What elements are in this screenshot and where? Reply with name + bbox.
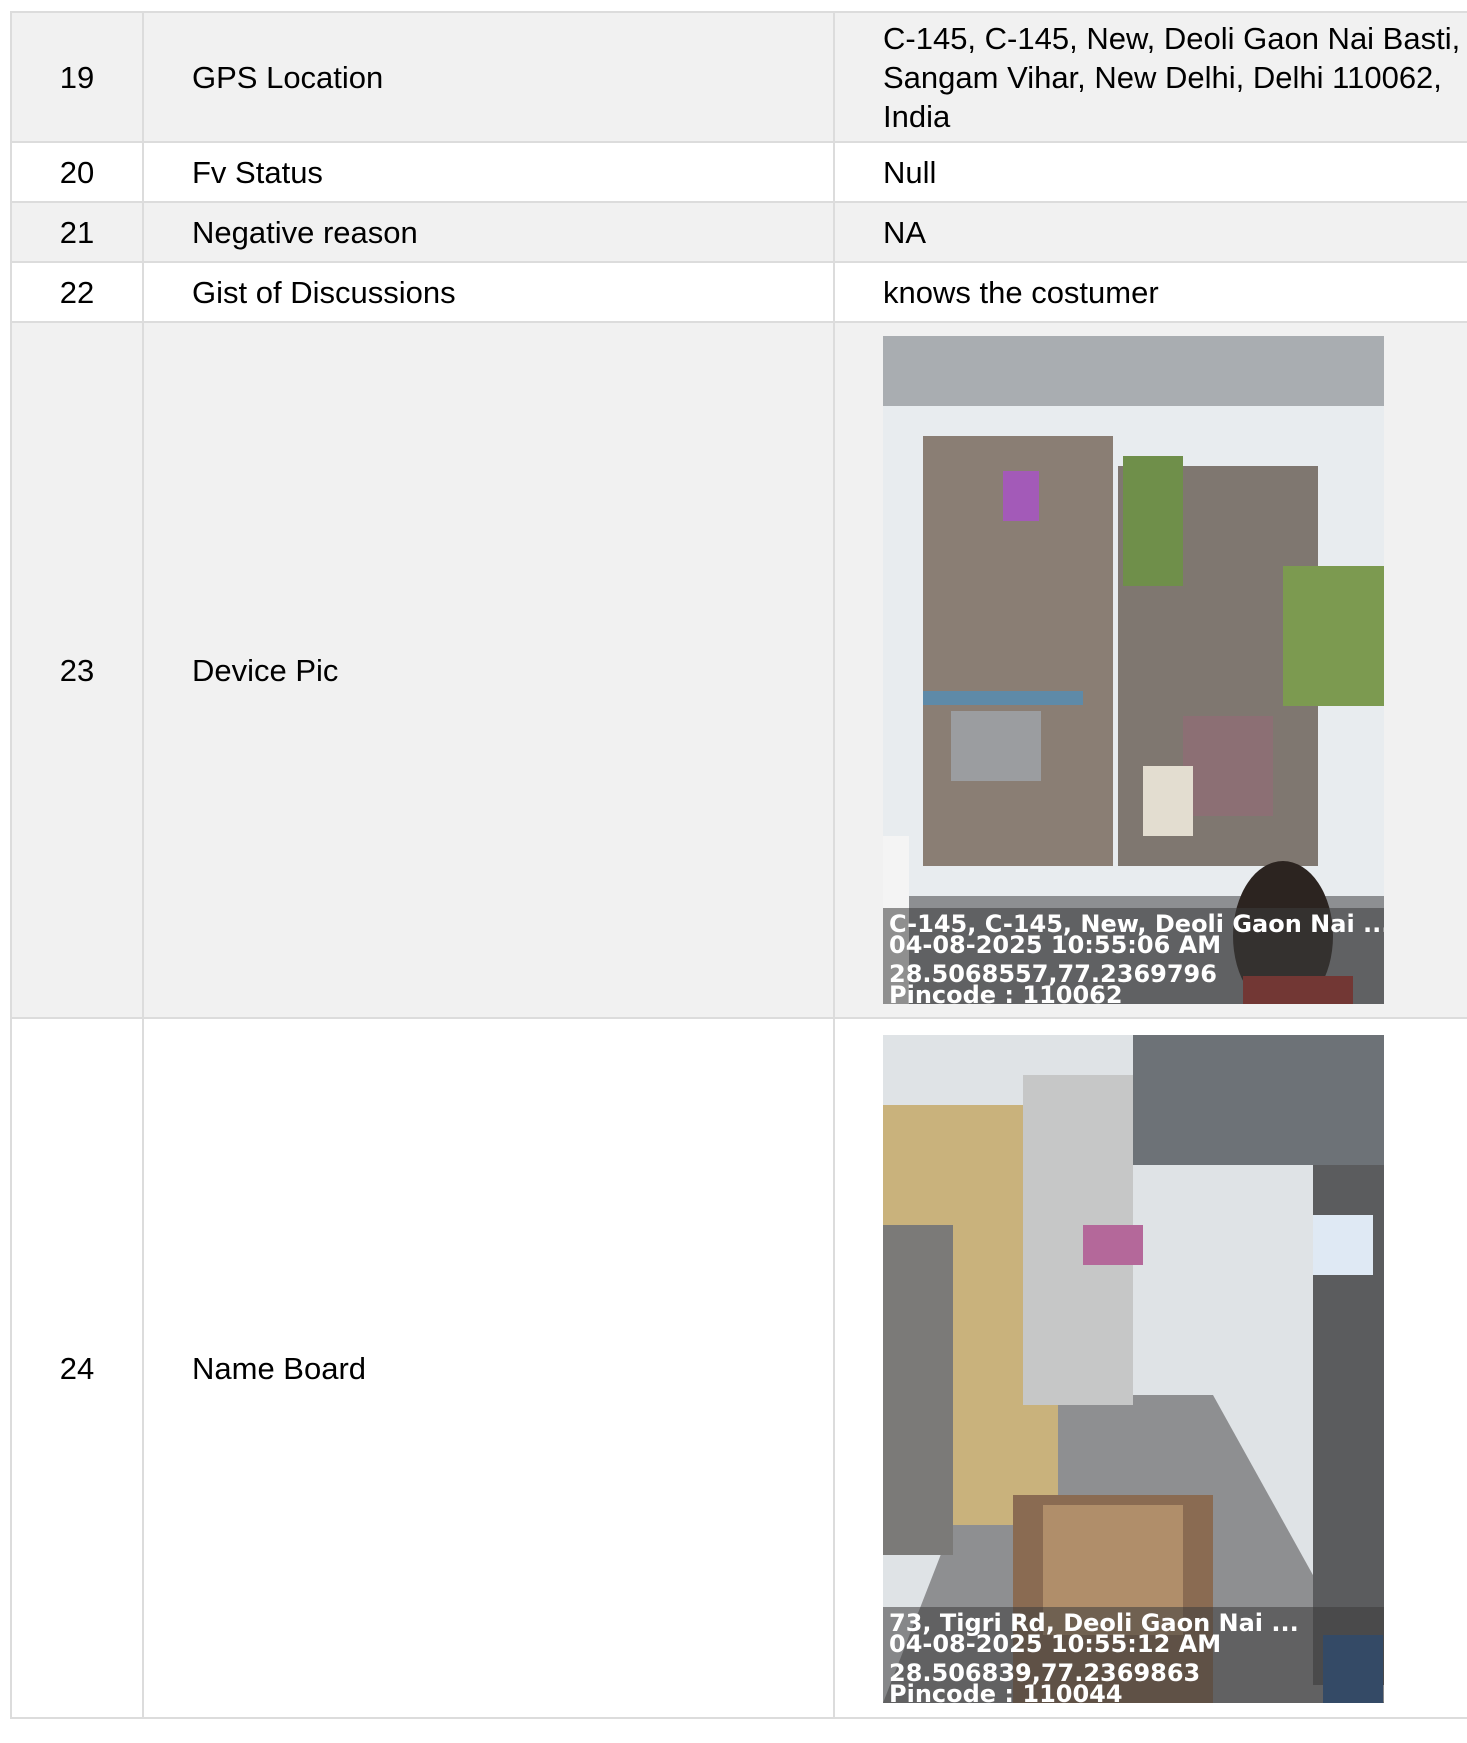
field-label: Fv Status bbox=[142, 141, 835, 203]
table-row: 19 GPS Location C-145, C-145, New, Deoli… bbox=[10, 11, 1467, 143]
table-row: 21 Negative reason NA bbox=[10, 201, 1467, 263]
gps-location-value: C-145, C-145, New, Deoli Gaon Nai Basti,… bbox=[833, 11, 1467, 143]
row-number: 21 bbox=[10, 201, 144, 263]
device-photo: C-145, C-145, New, Deoli Gaon Nai ... 04… bbox=[883, 336, 1384, 1004]
row-number: 20 bbox=[10, 141, 144, 203]
photo-geotag-stamp: C-145, C-145, New, Deoli Gaon Nai ... 04… bbox=[883, 908, 1384, 1004]
gist-value: knows the costumer bbox=[833, 261, 1467, 323]
name-board-photo: 73, Tigri Rd, Deoli Gaon Nai ... 04-08-2… bbox=[883, 1035, 1384, 1703]
field-label: Negative reason bbox=[142, 201, 835, 263]
table-row: 24 Name Board 73, Tigri Rd, Deoli Gaon N… bbox=[10, 1017, 1467, 1719]
row-number: 23 bbox=[10, 321, 144, 1019]
table-row: 22 Gist of Discussions knows the costume… bbox=[10, 261, 1467, 323]
field-label: Gist of Discussions bbox=[142, 261, 835, 323]
geotag-datetime: 04-08-2025 10:55:06 AM bbox=[889, 931, 1222, 959]
device-pic-cell: C-145, C-145, New, Deoli Gaon Nai ... 04… bbox=[833, 321, 1467, 1019]
verification-table: 19 GPS Location C-145, C-145, New, Deoli… bbox=[10, 11, 1467, 1719]
street-view-image bbox=[883, 1035, 1384, 1703]
geotag-pincode: Pincode : 110044 bbox=[889, 1680, 1123, 1703]
table-row: 20 Fv Status Null bbox=[10, 141, 1467, 203]
name-board-cell: 73, Tigri Rd, Deoli Gaon Nai ... 04-08-2… bbox=[833, 1017, 1467, 1719]
fv-status-value: Null bbox=[833, 141, 1467, 203]
row-number: 24 bbox=[10, 1017, 144, 1719]
field-label: GPS Location bbox=[142, 11, 835, 143]
field-label: Name Board bbox=[142, 1017, 835, 1719]
table-row: 23 Device Pic C-145, C-145, New, Deoli G… bbox=[10, 321, 1467, 1019]
field-label: Device Pic bbox=[142, 321, 835, 1019]
photo-geotag-stamp: 73, Tigri Rd, Deoli Gaon Nai ... 04-08-2… bbox=[883, 1607, 1384, 1703]
report-sheet: 19 GPS Location C-145, C-145, New, Deoli… bbox=[0, 0, 1467, 1743]
row-number: 22 bbox=[10, 261, 144, 323]
geotag-datetime: 04-08-2025 10:55:12 AM bbox=[889, 1630, 1222, 1658]
negative-reason-value: NA bbox=[833, 201, 1467, 263]
street-building-image bbox=[883, 336, 1384, 1004]
geotag-pincode: Pincode : 110062 bbox=[889, 981, 1123, 1004]
row-number: 19 bbox=[10, 11, 144, 143]
